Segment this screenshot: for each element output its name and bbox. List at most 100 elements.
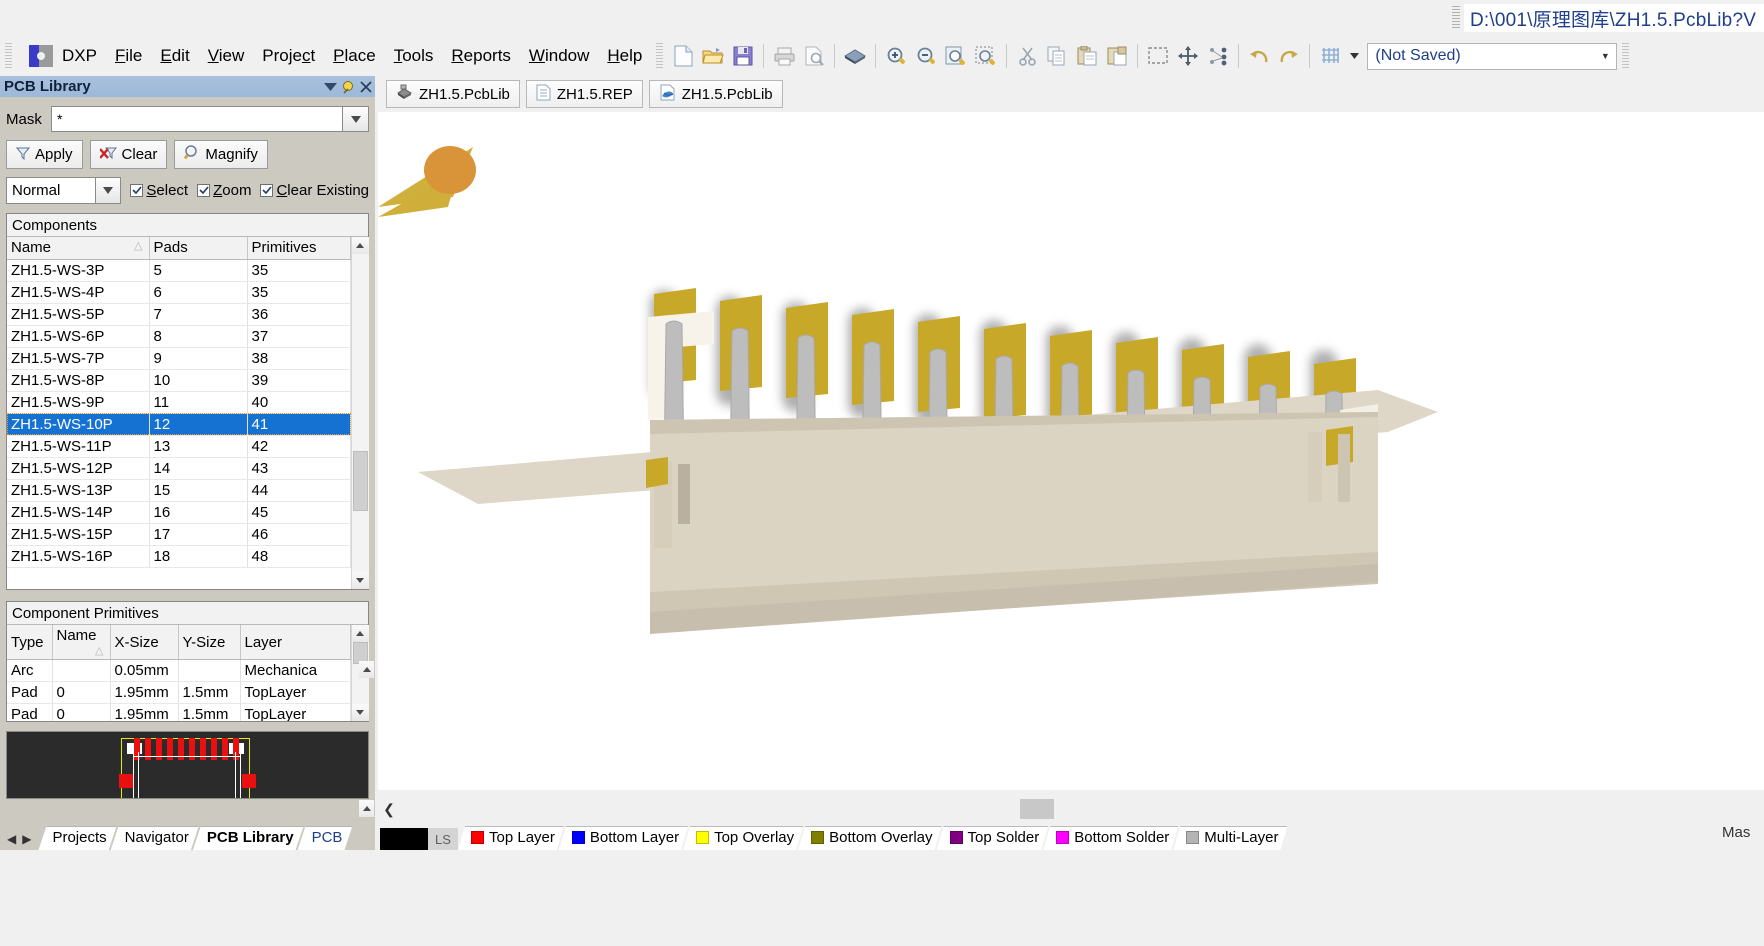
table-row[interactable]: ZH1.5-WS-13P 15 44 bbox=[7, 479, 351, 502]
new-document-icon[interactable] bbox=[668, 42, 698, 70]
components-col-name[interactable]: Name △ bbox=[7, 237, 150, 260]
print-icon[interactable] bbox=[769, 42, 799, 70]
components-scroll-track[interactable] bbox=[351, 254, 369, 572]
mask-mode-dropdown-arrow-icon[interactable] bbox=[95, 177, 122, 204]
menu-reports[interactable]: Reports bbox=[442, 44, 520, 68]
chevron-down-icon[interactable] bbox=[321, 78, 339, 96]
primitives-rows-area[interactable]: Type Name △ X-Size Y-Size Layer Arc 0.05mm… bbox=[7, 625, 351, 721]
paste-special-icon[interactable] bbox=[1102, 42, 1132, 70]
table-row[interactable]: Pad 0 1.95mm 1.5mm TopLayer bbox=[7, 703, 351, 721]
3d-connector-view[interactable] bbox=[378, 112, 1764, 802]
table-row[interactable]: ZH1.5-WS-5P 7 36 bbox=[7, 303, 351, 326]
grid-dropdown-arrow-icon[interactable] bbox=[1345, 42, 1363, 70]
apply-button[interactable]: Apply bbox=[6, 140, 83, 169]
zoom-checkbox-box[interactable] bbox=[197, 184, 211, 197]
zoom-in-icon[interactable] bbox=[881, 42, 911, 70]
pin-icon[interactable] bbox=[339, 78, 357, 96]
table-row[interactable]: ZH1.5-WS-6P 8 37 bbox=[7, 325, 351, 348]
canvas-scroll-track[interactable] bbox=[400, 799, 1764, 819]
menu-file[interactable]: File bbox=[106, 44, 151, 68]
toolbar-grip-end[interactable] bbox=[1622, 43, 1630, 69]
zoom-out-icon[interactable] bbox=[911, 42, 941, 70]
menu-window[interactable]: Window bbox=[520, 44, 598, 68]
print-preview-icon[interactable] bbox=[799, 42, 829, 70]
components-col-primitives[interactable]: Primitives bbox=[247, 237, 351, 260]
menubar-grip[interactable] bbox=[5, 43, 12, 69]
saved-state-dropdown-arrow-icon[interactable]: ▼ bbox=[1594, 51, 1616, 61]
primitives-col-xsize[interactable]: X-Size bbox=[110, 625, 179, 660]
layer-tab-top-solder[interactable]: Top Solder bbox=[937, 826, 1049, 850]
layer-set-label[interactable]: LS bbox=[428, 828, 458, 850]
grid-icon[interactable] bbox=[1315, 42, 1345, 70]
clear-button[interactable]: Clear bbox=[89, 140, 168, 169]
menu-edit[interactable]: Edit bbox=[151, 44, 198, 68]
layer-tab-bottom-overlay[interactable]: Bottom Overlay bbox=[798, 826, 941, 850]
table-row[interactable]: Pad 0 1.95mm 1.5mm TopLayer bbox=[7, 681, 351, 704]
open-folder-icon[interactable] bbox=[698, 42, 728, 70]
layer-tab-top-layer[interactable]: Top Layer bbox=[458, 826, 564, 850]
table-row[interactable]: ZH1.5-WS-7P 9 38 bbox=[7, 347, 351, 370]
components-scroll-down-icon[interactable] bbox=[351, 572, 369, 589]
table-row[interactable]: Arc 0.05mm Mechanica bbox=[7, 659, 351, 682]
mask-dropdown-arrow-icon[interactable] bbox=[343, 106, 369, 132]
grid-selector[interactable] bbox=[1315, 42, 1363, 70]
undo-icon[interactable] bbox=[1244, 42, 1274, 70]
components-vertical-scrollbar[interactable] bbox=[351, 237, 369, 589]
toolbar-grip-1[interactable] bbox=[656, 43, 664, 69]
table-row[interactable]: ZH1.5-WS-3P 5 35 bbox=[7, 259, 351, 282]
primitives-scroll-down-icon[interactable] bbox=[351, 704, 369, 721]
select-checkbox[interactable]: Select bbox=[130, 182, 188, 199]
components-col-pads[interactable]: Pads bbox=[149, 237, 248, 260]
panel-scroll-up-icon[interactable] bbox=[359, 661, 374, 678]
components-rows-area[interactable]: Name △ Pads Primitives ZH1.5-WS-3P 5 35 ZH1.… bbox=[7, 237, 351, 589]
document-tab-rep[interactable]: ZH1.5.REP bbox=[525, 80, 643, 108]
layer-tab-top-overlay[interactable]: Top Overlay bbox=[683, 826, 803, 850]
canvas-scroll-left-icon[interactable]: ❮ bbox=[378, 801, 400, 818]
close-icon[interactable] bbox=[357, 78, 375, 96]
menu-project[interactable]: Project bbox=[253, 44, 324, 68]
menu-tools[interactable]: Tools bbox=[385, 44, 443, 68]
zoom-document-icon[interactable] bbox=[941, 42, 971, 70]
menu-place[interactable]: Place bbox=[324, 44, 385, 68]
canvas-scroll-thumb[interactable] bbox=[1020, 799, 1054, 819]
table-row[interactable]: ZH1.5-WS-4P 6 35 bbox=[7, 281, 351, 304]
components-scroll-thumb[interactable] bbox=[352, 451, 368, 512]
magnify-button[interactable]: Magnify bbox=[174, 140, 268, 169]
select-area-icon[interactable] bbox=[1143, 42, 1173, 70]
zoom-checkbox[interactable]: Zoom bbox=[197, 182, 251, 199]
primitives-col-type[interactable]: Type bbox=[7, 625, 53, 660]
mask-input[interactable]: * bbox=[51, 106, 343, 132]
dxp-logo-icon[interactable] bbox=[29, 45, 53, 67]
layer-color-swatch-black[interactable] bbox=[380, 828, 428, 850]
select-checkbox-box[interactable] bbox=[130, 184, 144, 197]
copy-icon[interactable] bbox=[1042, 42, 1072, 70]
components-scroll-up-icon[interactable] bbox=[351, 237, 369, 254]
move-icon[interactable] bbox=[1173, 42, 1203, 70]
table-row[interactable]: ZH1.5-WS-10P 12 41 bbox=[7, 413, 351, 436]
document-tab-browser[interactable]: ZH1.5.PcbLib bbox=[648, 80, 783, 108]
layer-tab-bottom-solder[interactable]: Bottom Solder bbox=[1043, 826, 1178, 850]
table-row[interactable]: ZH1.5-WS-9P 11 40 bbox=[7, 391, 351, 414]
cut-icon[interactable] bbox=[1012, 42, 1042, 70]
layer-tab-bottom-layer[interactable]: Bottom Layer bbox=[559, 826, 688, 850]
table-row[interactable]: ZH1.5-WS-14P 16 45 bbox=[7, 501, 351, 524]
mask-mode-select[interactable]: Normal bbox=[6, 177, 96, 204]
menu-help[interactable]: Help bbox=[598, 44, 651, 68]
saved-state-combo[interactable]: (Not Saved) ▼ bbox=[1367, 42, 1618, 70]
primitives-col-name[interactable]: Name △ bbox=[52, 625, 111, 660]
layer-color-display[interactable]: LS bbox=[380, 828, 458, 850]
primitives-scroll-up-icon[interactable] bbox=[351, 625, 369, 642]
primitives-col-ysize[interactable]: Y-Size bbox=[178, 625, 241, 660]
table-row[interactable]: ZH1.5-WS-8P 10 39 bbox=[7, 369, 351, 392]
paste-icon[interactable] bbox=[1072, 42, 1102, 70]
table-row[interactable]: ZH1.5-WS-11P 13 42 bbox=[7, 435, 351, 458]
clear-existing-checkbox[interactable]: Clear Existing bbox=[260, 182, 369, 199]
component-footprint-preview[interactable] bbox=[6, 731, 369, 799]
deselect-icon[interactable] bbox=[1203, 42, 1233, 70]
redo-icon[interactable] bbox=[1274, 42, 1304, 70]
board-3d-icon[interactable] bbox=[840, 42, 870, 70]
primitives-col-layer[interactable]: Layer bbox=[240, 625, 351, 660]
table-row[interactable]: ZH1.5-WS-16P 18 48 bbox=[7, 545, 351, 568]
titlebar-grip[interactable] bbox=[1452, 6, 1460, 30]
table-row[interactable]: ZH1.5-WS-12P 14 43 bbox=[7, 457, 351, 480]
